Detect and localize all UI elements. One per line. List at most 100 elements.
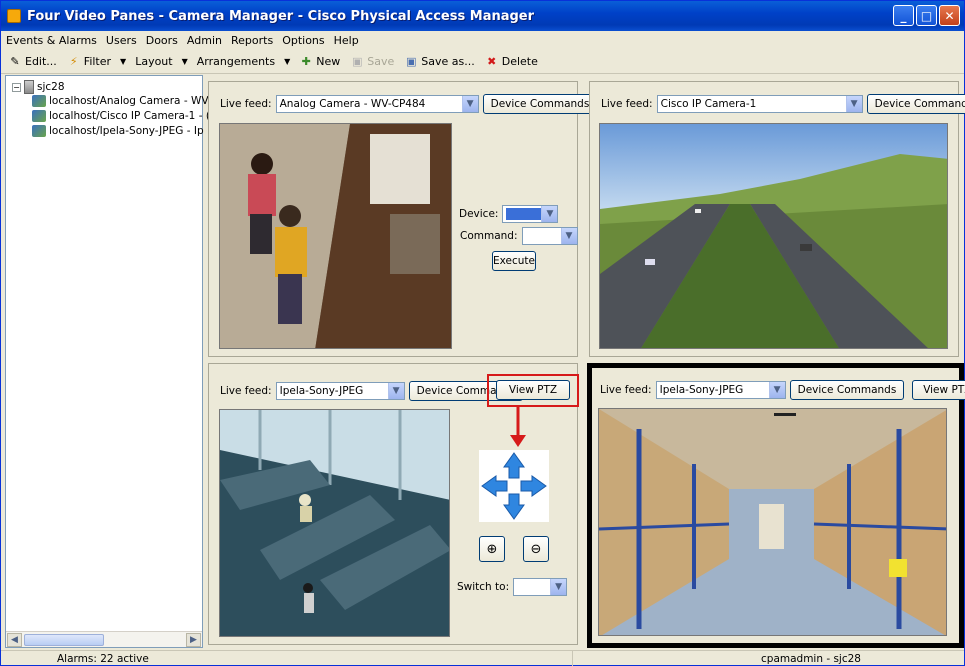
arrangements-button[interactable]: Arrangements: [194, 54, 278, 69]
app-window: Four Video Panes - Camera Manager - Cisc…: [0, 0, 965, 666]
device-label: Device:: [459, 208, 499, 220]
command-select[interactable]: ▼: [521, 227, 578, 245]
alarms-status[interactable]: Alarms: 22 active: [57, 653, 149, 665]
chevron-down-icon[interactable]: ▼: [768, 382, 785, 398]
live-feed-select[interactable]: Cisco IP Camera-1 ▼: [656, 95, 863, 113]
device-select[interactable]: ▼: [502, 205, 559, 223]
user-status: cpamadmin - sjc28: [761, 652, 861, 665]
video-pane-bottom-right[interactable]: Live feed: Ipela-Sony-JPEG ▼ Device Comm…: [587, 363, 965, 648]
layout-button[interactable]: Layout: [132, 54, 175, 69]
window-title: Four Video Panes - Camera Manager - Cisc…: [27, 8, 535, 24]
new-label: New: [316, 55, 341, 68]
server-icon: [24, 80, 34, 94]
chevron-down-icon[interactable]: ▼: [560, 228, 577, 244]
title-bar[interactable]: Four Video Panes - Camera Manager - Cisc…: [1, 1, 964, 31]
ptz-up-arrow-icon[interactable]: [479, 452, 549, 474]
menu-options[interactable]: Options: [281, 34, 325, 47]
live-feed-select[interactable]: Ipela-Sony-JPEG ▼: [275, 382, 405, 400]
menu-help[interactable]: Help: [333, 34, 360, 47]
edit-label: Edit...: [25, 55, 57, 68]
filter-button[interactable]: ⚡ Filter: [64, 54, 114, 70]
save-as-disk-icon: ▣: [406, 55, 417, 68]
status-bar: Alarms: 22 active cpamadmin - sjc28: [1, 650, 964, 666]
live-feed-value: Ipela-Sony-JPEG: [659, 384, 744, 396]
ptz-right-arrow-icon[interactable]: [521, 474, 549, 498]
menu-users[interactable]: Users: [105, 34, 138, 47]
execute-button[interactable]: Execute: [492, 251, 536, 271]
video-feed-warehouse: [598, 408, 947, 636]
tree-item-ipela-camera[interactable]: localhost/Ipela-Sony-JPEG - Ip: [32, 125, 204, 137]
live-feed-label: Live feed:: [601, 98, 653, 110]
edit-button[interactable]: ✎ Edit...: [5, 54, 60, 70]
video-pane-top-right[interactable]: Live feed: Cisco IP Camera-1 ▼ Device Co…: [589, 81, 965, 357]
tree-item-cisco-camera[interactable]: localhost/Cisco IP Camera-1 - (: [32, 110, 210, 122]
view-ptz-button[interactable]: View PTZ: [912, 380, 965, 400]
live-feed-label: Live feed:: [220, 98, 272, 110]
chevron-down-icon[interactable]: ▼: [541, 206, 558, 222]
filter-label: Filter: [83, 55, 112, 68]
maximize-button[interactable]: □: [916, 5, 937, 26]
menu-bar: Events & Alarms Users Doors Admin Report…: [1, 31, 964, 49]
filter-icon: ⚡: [69, 55, 78, 68]
zoom-out-icon[interactable]: ⊖: [523, 536, 549, 562]
live-feed-label: Live feed:: [600, 384, 652, 396]
save-label: Save: [367, 55, 395, 68]
annotation-highlight-box: [487, 374, 579, 407]
new-dropdown-icon[interactable]: ▼: [282, 57, 292, 66]
tree-root-label: sjc28: [37, 81, 65, 93]
save-button[interactable]: ▣ Save: [347, 54, 397, 70]
tree-root[interactable]: − sjc28: [12, 80, 65, 94]
live-feed-select[interactable]: Ipela-Sony-JPEG ▼: [655, 381, 786, 399]
chevron-down-icon[interactable]: ▼: [550, 579, 567, 595]
menu-doors[interactable]: Doors: [145, 34, 179, 47]
new-document-icon: ✚: [301, 55, 311, 68]
video-pane-top-left[interactable]: Live feed: Analog Camera - WV-CP484 ▼ De…: [208, 81, 598, 357]
scrollbar-thumb[interactable]: [24, 634, 104, 646]
device-selected-value: [506, 208, 543, 220]
arrangements-label: Arrangements: [196, 55, 276, 68]
camera-icon: [32, 110, 46, 122]
layout-dropdown-icon[interactable]: ▼: [118, 57, 128, 66]
command-label: Command:: [460, 230, 518, 242]
delete-button[interactable]: ✖ Delete: [482, 54, 541, 70]
ptz-left-arrow-icon[interactable]: [479, 474, 507, 498]
tree-item-label: localhost/Cisco IP Camera-1 - (: [49, 110, 210, 122]
ptz-down-arrow-icon[interactable]: [479, 498, 549, 520]
zoom-in-icon[interactable]: ⊕: [479, 536, 505, 562]
switch-to-label: Switch to:: [457, 581, 510, 593]
save-disk-icon: ▣: [352, 55, 363, 68]
tree-horizontal-scrollbar[interactable]: ◀ ▶: [6, 631, 202, 647]
app-icon: [7, 9, 21, 23]
close-button[interactable]: ✕: [939, 5, 960, 26]
new-button[interactable]: ✚ New: [296, 54, 343, 70]
chevron-down-icon[interactable]: ▼: [461, 96, 478, 112]
video-feed-highway: [599, 123, 948, 349]
device-commands-button[interactable]: Device Commands: [866, 94, 965, 114]
tree-item-label: localhost/Analog Camera - WV: [49, 95, 209, 107]
device-commands-button[interactable]: Device Commands: [789, 380, 905, 400]
scroll-left-icon[interactable]: ◀: [7, 633, 22, 647]
device-tree[interactable]: − sjc28 localhost/Analog Camera - WV loc…: [5, 75, 210, 648]
chevron-down-icon[interactable]: ▼: [387, 383, 404, 399]
video-feed-store: [219, 123, 452, 349]
menu-admin[interactable]: Admin: [186, 34, 223, 47]
delete-label: Delete: [501, 55, 538, 68]
live-feed-value: Ipela-Sony-JPEG: [279, 385, 364, 397]
arrangements-dropdown-icon[interactable]: ▼: [180, 57, 190, 66]
minimize-button[interactable]: _: [893, 5, 914, 26]
scroll-right-icon[interactable]: ▶: [186, 633, 201, 647]
delete-x-icon: ✖: [487, 55, 497, 68]
tree-item-analog-camera[interactable]: localhost/Analog Camera - WV: [32, 95, 209, 107]
switch-to-select[interactable]: ▼: [513, 578, 568, 596]
live-feed-label: Live feed:: [220, 385, 272, 397]
tree-item-label: localhost/Ipela-Sony-JPEG - Ip: [49, 125, 204, 137]
chevron-down-icon[interactable]: ▼: [845, 96, 862, 112]
save-as-button[interactable]: ▣ Save as...: [401, 54, 477, 70]
toolbar: ✎ Edit... ⚡ Filter ▼ Layout ▼ Arrangemen…: [1, 50, 964, 74]
collapse-toggle-icon[interactable]: −: [12, 82, 21, 92]
menu-reports[interactable]: Reports: [230, 34, 274, 47]
save-as-label: Save as...: [421, 55, 475, 68]
device-commands-button[interactable]: Device Commands: [482, 94, 598, 114]
live-feed-select[interactable]: Analog Camera - WV-CP484 ▼: [275, 95, 479, 113]
menu-events-alarms[interactable]: Events & Alarms: [5, 34, 98, 47]
